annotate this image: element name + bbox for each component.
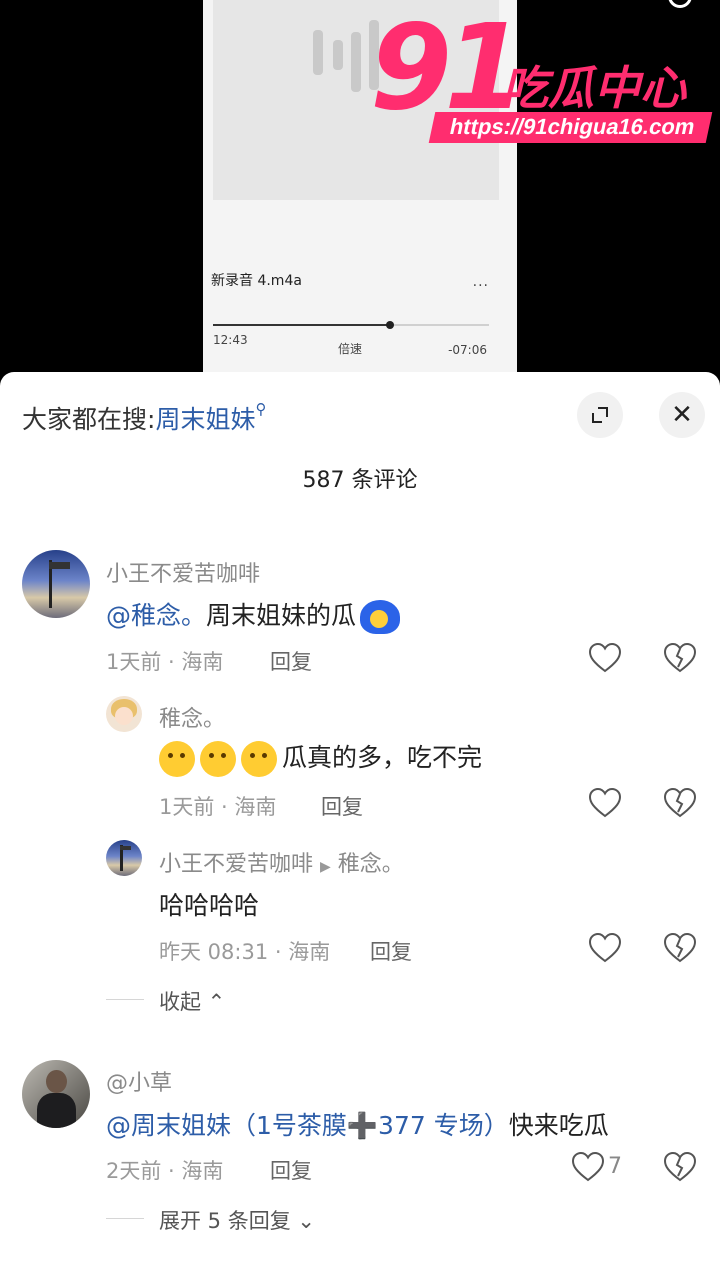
thinking-emoji-icon [241,741,277,777]
heart-outline-icon[interactable] [589,933,621,963]
reply-target[interactable]: 稚念。 [338,852,404,877]
avatar[interactable] [22,550,90,618]
heart-outline-icon[interactable] [589,788,621,818]
broken-heart-icon[interactable] [664,933,696,963]
collapse-replies-button[interactable]: 收起 ⌃ [159,986,225,1016]
broken-heart-icon[interactable] [664,788,696,818]
reply-time: 1天前 · 海南 [159,795,277,819]
comment-sheet: 大家都在搜:周末姐妹⚲ ✕ 587 条评论 小王不爱苦咖啡 @稚念。周末姐妹的瓜… [0,372,720,1280]
reply-username[interactable]: 稚念。 [159,701,225,733]
speed-button[interactable]: 倍速 [338,340,362,357]
more-icon[interactable]: ··· [473,278,489,294]
comment-time: 1天前 · 海南 [106,650,224,674]
video-player[interactable]: 新录音 4.m4a ··· 12:43 倍速 -07:06 91 吃瓜中心 ht… [0,0,720,380]
reply-text: 哈哈哈哈 [159,891,260,920]
avatar[interactable] [22,1060,90,1128]
hot-keyword-link[interactable]: 周末姐妹 [155,405,255,434]
reply-button[interactable]: 回复 [370,936,412,966]
hot-search[interactable]: 大家都在搜:周末姐妹⚲ [22,400,266,436]
reply-text: 瓜真的多，吃不完 [159,738,482,777]
emoji-icon [360,600,401,634]
mention-link[interactable]: @周末姐妹（1号茶膜➕377 专场） [106,1111,509,1140]
comment-username[interactable]: @小草 [106,1065,172,1097]
time-elapsed: 12:43 [213,333,248,347]
reply-username-row: 小王不爱苦咖啡 ▶ 稚念。 [159,846,404,878]
watermark-logo: 91 吃瓜中心 https://91chigua16.com [370,0,715,152]
reply-arrow-icon: ▶ [320,859,331,875]
expand-replies-button[interactable]: 展开 5 条回复 ⌄ [159,1205,315,1235]
mention-link[interactable]: @稚念。 [106,601,206,630]
divider [106,1218,144,1219]
thinking-emoji-icon [200,741,236,777]
heart-outline-icon[interactable] [572,1152,604,1182]
comment-text: @周末姐妹（1号茶膜➕377 专场）快来吃瓜 [106,1111,609,1140]
broken-heart-icon[interactable] [664,643,696,673]
comment-time: 2天前 · 海南 [106,1159,224,1183]
close-button[interactable]: ✕ [659,392,705,438]
reply-time: 昨天 08:31 · 海南 [159,940,331,964]
reply-button[interactable]: 回复 [270,1155,312,1185]
playback-slider[interactable] [213,321,489,329]
reply-username[interactable]: 小王不爱苦咖啡 [159,852,313,877]
reply-button[interactable]: 回复 [270,646,312,676]
expand-button[interactable] [577,392,623,438]
slider-knob[interactable] [385,321,394,329]
reply-button[interactable]: 回复 [321,791,363,821]
divider [106,999,144,1000]
comment-username[interactable]: 小王不爱苦咖啡 [106,556,260,588]
expand-icon [592,407,608,423]
avatar[interactable] [106,696,142,732]
thinking-emoji-icon [159,741,195,777]
heart-outline-icon[interactable] [589,643,621,673]
like-count: 7 [608,1154,622,1179]
avatar[interactable] [106,840,142,876]
file-name: 新录音 4.m4a [211,273,302,289]
search-mini-icon: ⚲ [255,400,267,418]
time-remaining: -07:06 [448,343,487,357]
search-icon[interactable] [668,0,692,8]
comment-count: 587 条评论 [302,468,418,493]
close-icon: ✕ [671,400,693,430]
comment-text: @稚念。周末姐妹的瓜 [106,596,401,634]
broken-heart-icon[interactable] [664,1152,696,1182]
